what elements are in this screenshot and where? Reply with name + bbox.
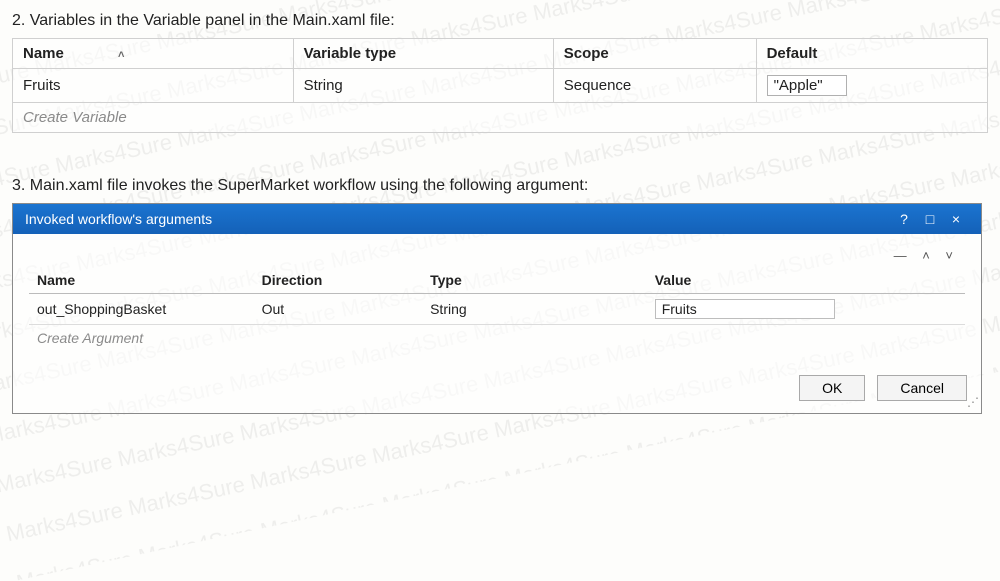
arg-name-cell[interactable]: out_ShoppingBasket — [29, 294, 254, 325]
col-direction[interactable]: Direction — [254, 267, 422, 294]
var-type-cell[interactable]: String — [293, 69, 553, 103]
col-name[interactable]: Name — [29, 267, 254, 294]
dialog-footer: OK Cancel — [13, 363, 981, 413]
table-header-row: Name Direction Type Value — [29, 267, 965, 294]
var-default-cell[interactable]: "Apple" — [756, 69, 987, 103]
close-icon[interactable]: × — [943, 211, 969, 227]
col-scope[interactable]: Scope — [553, 39, 756, 69]
var-default-value[interactable]: "Apple" — [767, 75, 847, 96]
var-name-cell[interactable]: Fruits — [13, 69, 294, 103]
arguments-table: Name Direction Type Value out_ShoppingBa… — [29, 267, 965, 351]
sort-asc-icon[interactable]: ˄ — [118, 49, 124, 61]
create-variable-row[interactable]: Create Variable — [13, 103, 988, 133]
table-header-row: Name ˄ Variable type Scope Default — [13, 39, 988, 69]
col-type[interactable]: Type — [422, 267, 647, 294]
dialog-titlebar[interactable]: Invoked workflow's arguments ? □ × — [13, 204, 981, 234]
arg-type-cell[interactable]: String — [422, 294, 647, 325]
arguments-dialog: Invoked workflow's arguments ? □ × — ˄ ˅… — [12, 203, 982, 414]
step3-text: 3. Main.xaml file invokes the SuperMarke… — [12, 177, 988, 195]
cancel-button[interactable]: Cancel — [877, 375, 967, 401]
var-scope-cell[interactable]: Sequence — [553, 69, 756, 103]
col-name[interactable]: Name ˄ — [13, 39, 294, 69]
ok-button[interactable]: OK — [799, 375, 865, 401]
create-argument-label[interactable]: Create Argument — [29, 325, 965, 352]
step2-text: 2. Variables in the Variable panel in th… — [12, 12, 988, 30]
col-value[interactable]: Value — [647, 267, 965, 294]
arg-value-cell[interactable]: Fruits — [647, 294, 965, 325]
dialog-title-text: Invoked workflow's arguments — [25, 211, 212, 227]
arg-direction-cell[interactable]: Out — [254, 294, 422, 325]
col-default[interactable]: Default — [756, 39, 987, 69]
variables-table: Name ˄ Variable type Scope Default Fruit… — [12, 38, 988, 133]
maximize-icon[interactable]: □ — [917, 211, 943, 227]
arg-value-input[interactable]: Fruits — [655, 299, 835, 319]
col-name-label: Name — [23, 45, 64, 62]
create-variable-label[interactable]: Create Variable — [13, 103, 988, 133]
scroll-controls[interactable]: — ˄ ˅ — [29, 248, 965, 263]
resize-grip-icon[interactable]: ⋰ — [967, 395, 977, 409]
col-type[interactable]: Variable type — [293, 39, 553, 69]
help-icon[interactable]: ? — [891, 211, 917, 227]
table-row[interactable]: Fruits String Sequence "Apple" — [13, 69, 988, 103]
create-argument-row[interactable]: Create Argument — [29, 325, 965, 352]
table-row[interactable]: out_ShoppingBasket Out String Fruits — [29, 294, 965, 325]
